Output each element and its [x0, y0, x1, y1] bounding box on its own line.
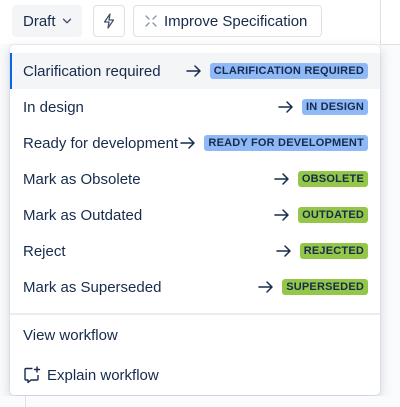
transition-label: Mark as Obsolete [23, 170, 141, 188]
transition-item[interactable]: Ready for development READY FOR DEVELOPME… [10, 125, 380, 161]
transition-item[interactable]: Mark as Obsolete OBSOLETE [10, 161, 380, 197]
transition-item[interactable]: Mark as Superseded SUPERSEDED [10, 269, 380, 305]
arrow-right-icon [180, 137, 196, 149]
sparkle-icon [145, 15, 157, 27]
transition-item[interactable]: Mark as Outdated OUTDATED [10, 197, 380, 233]
transition-label: Mark as Superseded [23, 278, 162, 296]
transition-item[interactable]: Reject REJECTED [10, 233, 380, 269]
status-lozenge: CLARIFICATION REQUIRED [209, 63, 368, 79]
arrow-right-icon [186, 65, 201, 77]
transition-label: Reject [23, 242, 66, 260]
toolbar-divider-bottom [380, 44, 400, 45]
status-lozenge: OBSOLETE [297, 171, 368, 187]
view-workflow-label: View workflow [23, 326, 118, 344]
status-dropdown-button[interactable]: Draft [12, 5, 82, 37]
arrow-right-icon [274, 209, 289, 221]
view-workflow-item[interactable]: View workflow [10, 315, 380, 355]
arrow-right-icon [275, 245, 291, 257]
toolbar: Draft Improve Specification [0, 0, 400, 45]
status-lozenge: REJECTED [299, 243, 368, 259]
toolbar-divider [380, 0, 381, 44]
transition-item[interactable]: Clarification required CLARIFICATION REQU… [10, 53, 380, 89]
automation-button[interactable] [93, 5, 125, 37]
status-lozenge: IN DESIGN [301, 99, 368, 115]
transition-target: READY FOR DEVELOPMENT [180, 135, 368, 151]
arrow-right-icon [258, 281, 273, 293]
improve-specification-button[interactable]: Improve Specification [133, 5, 322, 37]
transition-target: REJECTED [275, 243, 368, 259]
transition-target: IN DESIGN [278, 99, 368, 115]
transition-target: OUTDATED [274, 207, 368, 223]
status-lozenge: READY FOR DEVELOPMENT [204, 135, 368, 151]
status-lozenge: SUPERSEDED [282, 279, 368, 295]
arrow-right-icon [278, 101, 293, 113]
chevron-down-icon [62, 18, 71, 24]
page: Draft Improve Specification View workflo… [0, 0, 400, 407]
transition-label: In design [23, 98, 84, 116]
lightning-bolt-icon [103, 13, 115, 29]
transition-item[interactable]: In design IN DESIGN [10, 89, 380, 125]
transition-label: Ready for development [23, 134, 179, 152]
sparkle-chat-icon [24, 366, 41, 384]
background-strip [0, 396, 400, 407]
transition-target: OBSOLETE [274, 171, 368, 187]
explain-workflow-label: Explain workflow [47, 366, 159, 384]
transition-target: SUPERSEDED [258, 279, 368, 295]
improve-label: Improve Specification [164, 12, 308, 30]
explain-workflow-item[interactable]: Explain workflow [10, 355, 380, 395]
background-divider [25, 396, 26, 407]
transition-target: CLARIFICATION REQUIRED [186, 63, 368, 79]
status-label: Draft [23, 12, 56, 30]
arrow-right-icon [274, 173, 289, 185]
transition-label: Clarification required [23, 62, 161, 80]
status-transition-menu: View workflow Explain workflow Clarifica… [10, 45, 380, 395]
status-lozenge: OUTDATED [298, 207, 368, 223]
transition-label: Mark as Outdated [23, 206, 143, 224]
